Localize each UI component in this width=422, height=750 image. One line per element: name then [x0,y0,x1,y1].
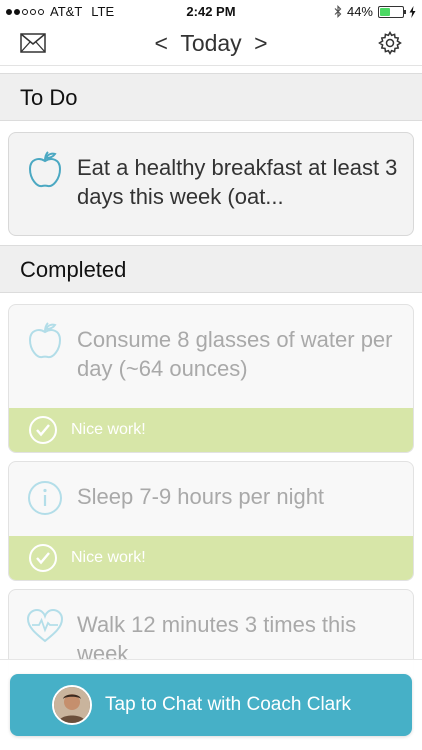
bolt-icon [409,5,416,18]
todo-card[interactable]: Eat a healthy breakfast at least 3 days … [8,132,414,236]
apple-icon [28,151,62,188]
coach-avatar [52,685,92,725]
chat-button-label: Tap to Chat with Coach Clark [105,694,352,715]
battery-icon [378,5,406,18]
bluetooth-icon [334,5,342,18]
page-title: Today [180,30,242,56]
info-icon [28,481,62,515]
status-right: 44% [334,4,416,19]
success-bar: Nice work! [9,408,413,452]
success-text: Nice work! [71,421,146,438]
completed-card[interactable]: Sleep 7-9 hours per night Nice work! [8,461,414,581]
nav-bar: < Today > [0,22,422,66]
apple-icon [28,322,62,359]
section-header-todo: To Do [0,73,422,121]
chat-button[interactable]: Tap to Chat with Coach Clark [10,674,412,736]
status-bar: AT&T LTE 2:42 PM 44% [0,0,422,22]
battery-fill [380,7,390,16]
heart-pulse-icon [26,608,64,643]
section-title-todo: To Do [20,85,78,110]
completed-item-text: Sleep 7-9 hours per night [77,484,325,509]
gear-icon[interactable] [378,31,402,55]
completed-item-text: Consume 8 glasses of water per day (~64 … [77,327,393,381]
completed-card[interactable]: Consume 8 glasses of water per day (~64 … [8,304,414,453]
success-bar: Nice work! [9,536,413,580]
todo-item-text: Eat a healthy breakfast at least 3 days … [77,155,398,209]
chat-footer: Tap to Chat with Coach Clark [0,659,422,750]
check-icon [29,544,57,572]
next-day-button[interactable]: > [254,30,267,56]
battery-percent: 44% [346,4,373,19]
check-icon [29,416,57,444]
success-text: Nice work! [71,549,146,566]
section-title-completed: Completed [20,257,127,282]
prev-day-button[interactable]: < [154,30,167,56]
section-header-completed: Completed [0,245,422,293]
date-navigator: < Today > [0,30,422,57]
